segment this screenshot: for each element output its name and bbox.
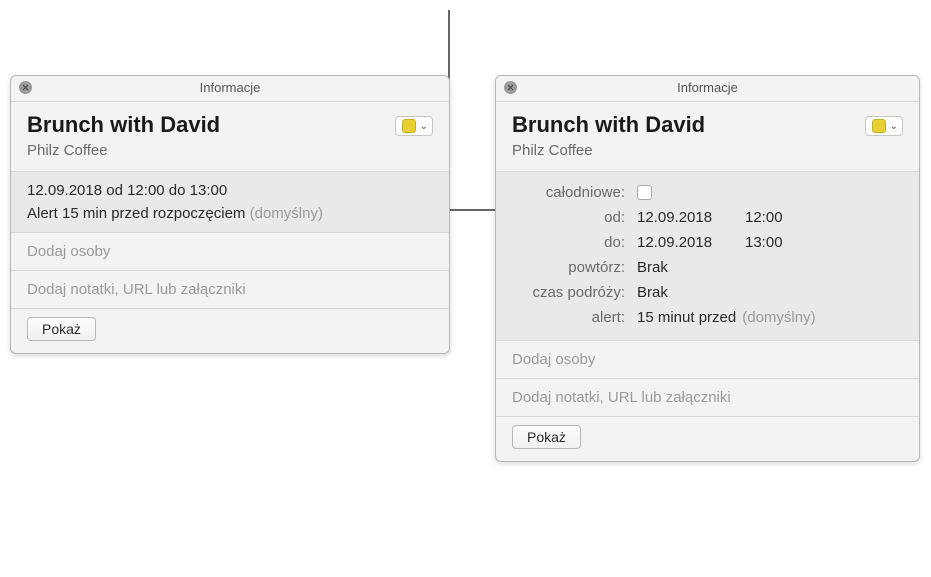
close-icon xyxy=(507,84,514,91)
time-detail-block: całodniowe: od: 12.09.2018 12:00 do: 12.… xyxy=(496,172,919,341)
alert-row: alert: 15 minut przed (domyślny) xyxy=(512,305,903,330)
from-time[interactable]: 12:00 xyxy=(745,209,795,226)
travel-value[interactable]: Brak xyxy=(637,284,668,301)
alert-label: alert: xyxy=(512,309,637,326)
allday-label: całodniowe: xyxy=(512,184,637,201)
from-date[interactable]: 12.09.2018 xyxy=(637,209,727,226)
event-title[interactable]: Brunch with David xyxy=(27,112,395,138)
event-location[interactable]: Philz Coffee xyxy=(27,142,395,159)
allday-row: całodniowe: xyxy=(512,180,903,205)
from-label: od: xyxy=(512,209,637,226)
calendar-color-picker[interactable]: ⌄ xyxy=(395,116,433,136)
travel-label: czas podróży: xyxy=(512,284,637,301)
show-button[interactable]: Pokaż xyxy=(27,317,96,341)
show-button[interactable]: Pokaż xyxy=(512,425,581,449)
to-label: do: xyxy=(512,234,637,251)
event-info-window-expanded: Informacje Brunch with David Philz Coffe… xyxy=(495,75,920,462)
footer: Pokaż xyxy=(496,417,919,461)
alert-default-label: (domyślny) xyxy=(250,205,323,222)
alert-default-label: (domyślny) xyxy=(742,309,815,326)
notes-field[interactable]: Dodaj notatki, URL lub załączniki xyxy=(496,379,919,417)
event-location[interactable]: Philz Coffee xyxy=(512,142,865,159)
event-title[interactable]: Brunch with David xyxy=(512,112,865,138)
event-header: Brunch with David Philz Coffee ⌄ xyxy=(496,102,919,172)
chevron-down-icon: ⌄ xyxy=(890,121,898,132)
calendar-color-picker[interactable]: ⌄ xyxy=(865,116,903,136)
to-time[interactable]: 13:00 xyxy=(745,234,795,251)
calendar-swatch-icon xyxy=(402,119,416,133)
window-title: Informacje xyxy=(504,80,911,95)
titlebar: Informacje xyxy=(11,76,449,102)
alert-text: Alert 15 min przed rozpoczęciem xyxy=(27,205,245,222)
notes-field[interactable]: Dodaj notatki, URL lub załączniki xyxy=(11,271,449,309)
repeat-row: powtórz: Brak xyxy=(512,255,903,280)
footer: Pokaż xyxy=(11,309,449,353)
to-date[interactable]: 12.09.2018 xyxy=(637,234,727,251)
window-title: Informacje xyxy=(19,80,441,95)
repeat-label: powtórz: xyxy=(512,259,637,276)
to-row: do: 12.09.2018 13:00 xyxy=(512,230,903,255)
invitees-field[interactable]: Dodaj osoby xyxy=(11,233,449,271)
close-button[interactable] xyxy=(504,81,517,94)
repeat-value[interactable]: Brak xyxy=(637,259,668,276)
invitees-field[interactable]: Dodaj osoby xyxy=(496,341,919,379)
close-icon xyxy=(22,84,29,91)
chevron-down-icon: ⌄ xyxy=(420,121,428,132)
alert-value[interactable]: 15 minut przed xyxy=(637,309,736,326)
alert-summary: Alert 15 min przed rozpoczęciem (domyśln… xyxy=(27,205,433,222)
event-header: Brunch with David Philz Coffee ⌄ xyxy=(11,102,449,172)
from-row: od: 12.09.2018 12:00 xyxy=(512,205,903,230)
event-info-window-collapsed: Informacje Brunch with David Philz Coffe… xyxy=(10,75,450,354)
time-range-text: 12.09.2018 od 12:00 do 13:00 xyxy=(27,182,433,199)
time-summary[interactable]: 12.09.2018 od 12:00 do 13:00 Alert 15 mi… xyxy=(11,172,449,233)
close-button[interactable] xyxy=(19,81,32,94)
travel-row: czas podróży: Brak xyxy=(512,280,903,305)
allday-checkbox[interactable] xyxy=(637,185,652,200)
titlebar: Informacje xyxy=(496,76,919,102)
calendar-swatch-icon xyxy=(872,119,886,133)
